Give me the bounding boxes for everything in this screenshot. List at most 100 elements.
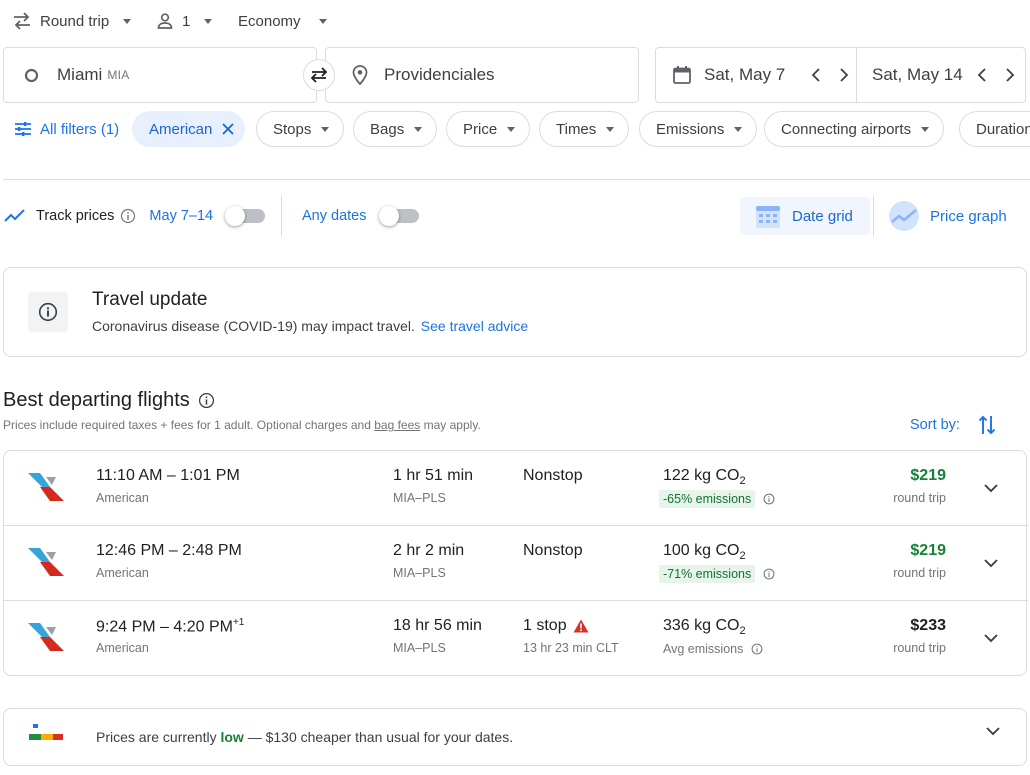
layover-info: 13 hr 23 min CLT [523,641,619,655]
filter-chip-stops[interactable]: Stops [256,111,345,147]
chip-label: Duration [976,120,1030,138]
info-icon[interactable] [120,208,136,224]
flight-route: MIA–PLS [393,566,446,580]
flight-row[interactable]: 9:24 PM – 4:20 PM+1 American 18 hr 56 mi… [4,601,1028,676]
chevron-right-icon[interactable] [999,64,1021,86]
return-date-field[interactable]: Sat, May 14 [857,48,1021,102]
chevron-down-icon[interactable] [980,477,1002,499]
note-text: Prices include required taxes + fees for… [3,418,371,432]
flight-times: 12:46 PM – 2:48 PM [96,542,242,559]
sort-arrows-icon[interactable] [978,414,996,436]
plus-day: +1 [232,617,245,628]
price-note: round trip [893,641,946,655]
american-airlines-logo [26,544,66,580]
info-icon [38,302,58,322]
filter-chip-connecting-airports[interactable]: Connecting airports [764,111,945,147]
flight-stops: Nonstop [523,542,583,560]
info-icon[interactable] [198,392,215,409]
cabin-class-selector[interactable]: Economy [238,8,327,34]
filter-chip-price[interactable]: Price [446,111,531,147]
swap-button[interactable] [303,59,335,91]
flight-row[interactable]: 11:10 AM – 1:01 PM American 1 hr 51 min … [4,451,1028,526]
filter-chip-emissions[interactable]: Emissions [639,111,758,147]
chevron-down-icon[interactable] [980,627,1002,649]
info-icon[interactable] [763,493,775,505]
note-text-end: may apply. [423,418,481,432]
co2-value: 100 kg CO2 [663,542,746,562]
emissions-badge: Avg emissions [659,640,763,658]
destination-field[interactable]: Providenciales [325,47,639,103]
date-grid-button[interactable]: Date grid [740,197,870,235]
price-note: round trip [893,491,946,505]
stops-label: Nonstop [523,467,583,484]
warning-icon [573,619,589,633]
page-title: Best departing flights [3,389,190,411]
emissions-label: Avg emissions [663,642,744,656]
price-graph-label: Price graph [930,207,1007,225]
price-insight-card[interactable]: Prices are currently low — $130 cheaper … [3,708,1027,766]
info-badge [28,292,68,332]
track-prices-label: Track prices [36,208,115,224]
stops-label: 1 stop [523,617,567,634]
results-note: Prices include required taxes + fees for… [3,418,481,432]
flight-duration: 1 hr 51 min [393,467,474,484]
flight-duration: 18 hr 56 min [393,617,482,634]
track-prices-group: Track prices May 7–14 [4,200,266,232]
filter-chip-duration[interactable]: Duration [959,111,1030,147]
return-date: Sat, May 14 [872,65,963,84]
stops-label: Nonstop [523,542,583,559]
flight-stops: 1 stop [523,617,589,635]
filter-sliders-icon [14,121,32,137]
depart-date-field[interactable]: Sat, May 7 [656,48,857,102]
date-grid-icon [754,202,782,230]
airline-filter-label: American [149,120,213,138]
filter-chip-times[interactable]: Times [539,111,630,147]
price-level-icon [29,724,65,744]
track-date-range: May 7–14 [149,208,214,224]
emissions-badge: -71% emissions [659,565,775,583]
chevron-left-icon[interactable] [971,64,993,86]
airline-name: American [96,566,149,580]
filter-chip-bags[interactable]: Bags [353,111,438,147]
caret-down-icon [204,18,213,24]
price-level: low [220,729,244,745]
cabin-class-label: Economy [238,12,301,30]
chevron-right-icon[interactable] [833,64,855,86]
caret-down-icon [734,126,743,132]
bag-fees-link[interactable]: bag fees [374,418,420,432]
american-airlines-logo [26,619,66,655]
passenger-selector[interactable]: 1 [156,8,213,34]
chevron-left-icon[interactable] [805,64,827,86]
origin-field[interactable]: Miami MIA [3,47,317,103]
location-pin-icon [352,65,368,85]
flight-route: MIA–PLS [393,491,446,505]
airline-name: American [96,641,149,655]
track-prices-toggle[interactable] [225,206,266,226]
price-graph-button[interactable]: Price graph [888,197,1007,235]
swap-icon [308,66,330,84]
close-icon[interactable] [222,123,234,135]
travel-update-card: Travel update Coronavirus disease (COVID… [3,267,1027,357]
chevron-down-icon[interactable] [980,552,1002,574]
any-dates-toggle[interactable] [378,206,419,226]
info-icon[interactable] [751,643,763,655]
flight-row[interactable]: 12:46 PM – 2:48 PM American 2 hr 2 min M… [4,526,1028,601]
depart-date: Sat, May 7 [704,65,786,84]
vertical-divider [281,196,282,236]
trip-type-label: Round trip [40,12,110,30]
all-filters-button[interactable]: All filters (1) [14,111,119,147]
caret-down-icon [318,18,327,24]
co2-value: 122 kg CO2 [663,467,746,487]
trip-type-selector[interactable]: Round trip [12,8,132,34]
travel-advice-link[interactable]: See travel advice [421,318,528,334]
airline-filter-chip[interactable]: American [132,111,246,147]
co2-amount: 122 kg CO [663,467,740,484]
any-dates-group: Any dates [302,200,419,232]
calendar-icon [672,65,692,85]
chevron-down-icon[interactable] [986,727,1000,736]
sort-control[interactable]: Sort by: [910,414,996,436]
info-icon[interactable] [763,568,775,580]
flight-times: 9:24 PM – 4:20 PM+1 [96,617,244,636]
price-graph-icon [888,200,920,232]
date-picker[interactable]: Sat, May 7 Sat, May 14 [655,47,1026,103]
